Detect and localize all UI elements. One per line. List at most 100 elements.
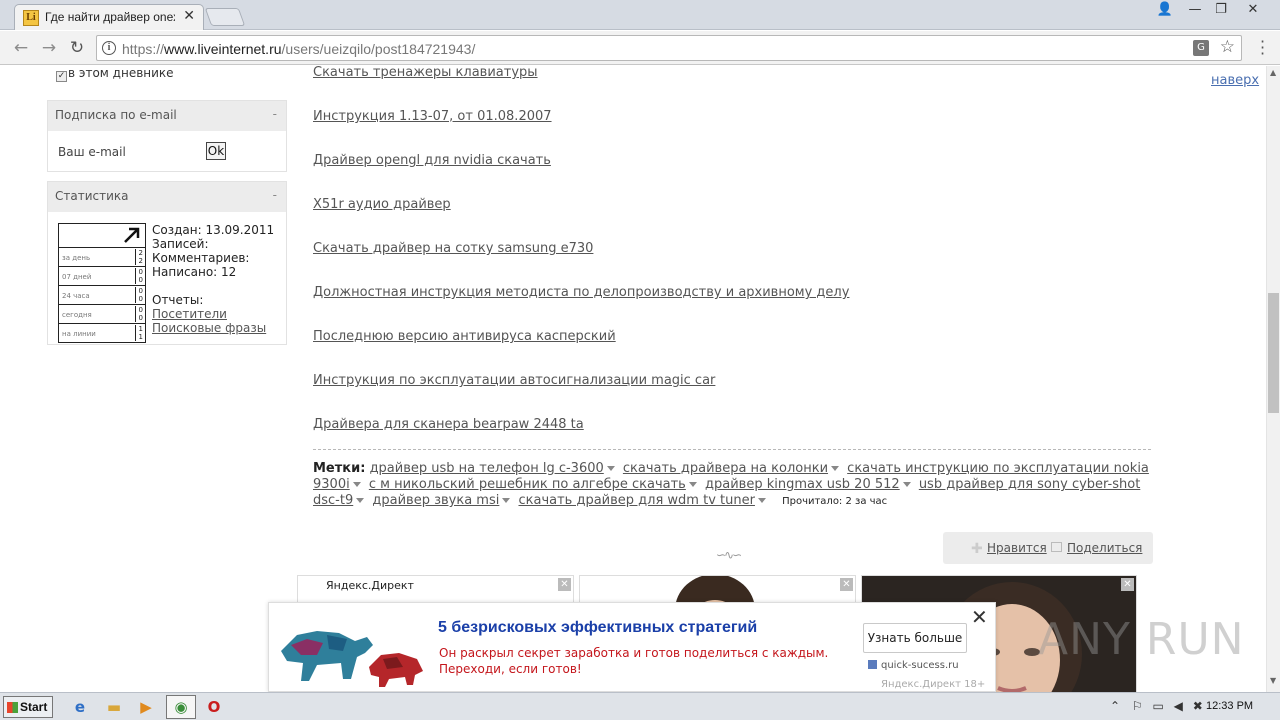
counter-row: на линии 11	[59, 323, 145, 342]
tag-dropdown-icon[interactable]	[688, 482, 697, 487]
browser-tab[interactable]: Li Где найти драйвер onext ✕	[14, 4, 204, 30]
taskbar: Start e ▬ ▶ ◉ O ⌃ ⚐ ▭ ◀ ✖ 12:33 PM	[0, 692, 1280, 720]
restore-button[interactable]: ❐	[1208, 1, 1234, 19]
ornament-divider: ∽∿∽	[716, 548, 742, 562]
page-scrollbar[interactable]: ▲ ▼	[1266, 66, 1280, 692]
ad-source-label: Яндекс.Директ 18+	[881, 679, 986, 690]
tag-dropdown-icon[interactable]	[831, 466, 840, 471]
tags-label: Метки:	[313, 461, 366, 476]
system-tray: ⌃ ⚐ ▭ ◀ ✖	[1110, 699, 1203, 713]
ad-close-icon[interactable]: ✕	[558, 578, 571, 591]
close-icon[interactable]: ✕	[971, 607, 988, 627]
popup-text: Он раскрыл секрет заработка и готов поде…	[439, 646, 829, 660]
plus-icon: ✚	[971, 541, 983, 557]
learn-more-button[interactable]: Узнать больше	[863, 623, 967, 653]
scroll-down-icon[interactable]: ▼	[1270, 676, 1276, 685]
volume-icon[interactable]: ◀	[1174, 699, 1183, 713]
tab-close-icon[interactable]: ✕	[183, 8, 195, 24]
reload-icon[interactable]: ↻	[66, 37, 88, 59]
page-viewport: ✓ в этом дневнике Подписка по e-mail - Ва…	[0, 66, 1266, 692]
content-link[interactable]: Драйвера для сканера bearpaw 2448 ta	[313, 417, 584, 432]
scroll-to-top-link[interactable]: наверх	[1211, 73, 1259, 88]
counter-row: сегодня 00	[59, 304, 145, 323]
email-label: Ваш e-mail	[58, 145, 126, 159]
content-link[interactable]: Инструкция 1.13-07, от 01.08.2007	[313, 109, 552, 124]
diary-scope-option[interactable]: ✓ в этом дневнике	[56, 66, 174, 82]
content-link[interactable]: Скачать драйвер на сотку samsung e730	[313, 241, 593, 256]
tag-dropdown-icon[interactable]	[606, 466, 615, 471]
translate-icon[interactable]: G	[1193, 40, 1209, 56]
tag-link[interactable]: драйвер звука msi	[372, 493, 499, 508]
star-icon[interactable]: ☆	[1220, 37, 1235, 57]
tag-link[interactable]: драйвер usb на телефон lg c-3600	[370, 461, 604, 476]
content-link[interactable]: Последнюю версию антивируса касперский	[313, 329, 616, 344]
window-close-button[interactable]: ✕	[1240, 1, 1266, 19]
counter-row: 07 дней 00	[59, 266, 145, 285]
new-tab-button[interactable]	[204, 8, 246, 26]
tab-title: Где найти драйвер onext	[45, 10, 175, 24]
minimize-button[interactable]: —	[1182, 1, 1208, 19]
content-link[interactable]: Должностная инструкция методиста по дело…	[313, 285, 849, 300]
popup-title[interactable]: 5 безрисковых эффективных стратегий	[438, 619, 757, 637]
media-player-icon[interactable]: ▶	[135, 697, 157, 717]
tag-link[interactable]: драйвер kingmax usb 20 512	[705, 477, 900, 492]
back-arrow-icon[interactable]: ←	[10, 37, 32, 59]
tag-link[interactable]: скачать драйвера на колонки	[623, 461, 828, 476]
records-count: Записей:	[152, 237, 209, 251]
tag-dropdown-icon[interactable]	[356, 498, 365, 503]
tag-dropdown-icon[interactable]	[502, 498, 511, 503]
chrome-icon[interactable]: ◉	[170, 697, 192, 717]
created-date: Создан: 13.09.2011	[152, 223, 275, 237]
checkbox[interactable]: ✓	[56, 71, 67, 82]
ad-close-icon[interactable]: ✕	[840, 578, 853, 591]
scroll-up-icon[interactable]: ▲	[1270, 68, 1276, 77]
address-bar[interactable]: i https://www.liveinternet.ru/users/ueiz…	[96, 35, 1242, 61]
share-bar: ✚ Нравится Поделиться	[943, 532, 1153, 564]
like-link[interactable]: Нравится	[987, 541, 1047, 555]
liveinternet-favicon-icon: Li	[23, 10, 39, 26]
tray-expand-icon[interactable]: ⌃	[1110, 699, 1120, 713]
tag-dropdown-icon[interactable]	[352, 482, 361, 487]
reports-label: Отчеты:	[152, 293, 204, 307]
scrollbar-thumb[interactable]	[1268, 293, 1279, 413]
clock[interactable]: 12:33 PM	[1206, 700, 1253, 712]
profile-icon[interactable]: 👤	[1152, 1, 1178, 19]
folder-icon[interactable]: ▬	[103, 697, 125, 717]
bull-bear-image	[281, 631, 423, 687]
collapse-toggle[interactable]: -	[273, 188, 277, 202]
share-link[interactable]: Поделиться	[1067, 541, 1142, 555]
antivirus-icon[interactable]: ✖	[1193, 699, 1203, 713]
flag-icon[interactable]: ⚐	[1132, 699, 1143, 713]
subscribe-ok-button[interactable]: Ok	[206, 142, 226, 160]
windows-logo-icon	[7, 702, 18, 713]
tag-link[interactable]: скачать драйвер для wdm tv tuner	[518, 493, 754, 508]
menu-icon[interactable]: · · ·	[1260, 34, 1266, 62]
popup-ad[interactable]: 5 безрисковых эффективных стратегий Он р…	[268, 602, 996, 692]
visitors-link[interactable]: Посетители	[152, 307, 227, 321]
domain-favicon-icon	[868, 660, 877, 669]
start-button[interactable]: Start	[3, 696, 53, 718]
subscribe-header: Подписка по e-mail -	[48, 101, 286, 131]
liveinternet-counter[interactable]: за день 22 07 дней 00 24 часа 00 сегодня…	[58, 223, 146, 343]
content-link[interactable]: Драйвер opengl для nvidia скачать	[313, 153, 551, 168]
forward-arrow-icon[interactable]: →	[38, 37, 60, 59]
post-tags: Метки: драйвер usb на телефон lg c-3600 …	[313, 461, 1155, 510]
ad-close-icon[interactable]: ✕	[1121, 578, 1134, 591]
site-info-icon[interactable]: i	[102, 41, 116, 55]
opera-icon[interactable]: O	[203, 697, 225, 717]
content-link[interactable]: Скачать тренажеры клавиатуры	[313, 66, 538, 80]
content-link[interactable]: Инструкция по эксплуатации автосигнализа…	[313, 373, 715, 388]
tag-dropdown-icon[interactable]	[757, 498, 766, 503]
url-text[interactable]: https://www.liveinternet.ru/users/ueizqi…	[122, 41, 475, 57]
collapse-toggle[interactable]: -	[273, 107, 277, 121]
content-link[interactable]: X51r аудио драйвер	[313, 197, 451, 212]
tag-link[interactable]: с м никольский решебник по алгебре скача…	[369, 477, 686, 492]
search-phrases-link[interactable]: Поисковые фразы	[152, 321, 266, 335]
internet-explorer-icon[interactable]: e	[69, 697, 91, 717]
statistics-header: Статистика -	[48, 182, 286, 212]
network-icon[interactable]: ▭	[1152, 699, 1163, 713]
comments-count: Комментариев:	[152, 251, 250, 265]
popup-domain[interactable]: quick-sucess.ru	[868, 660, 959, 671]
tab-strip: Li Где найти драйвер onext ✕ 👤 — ❐ ✕	[0, 0, 1280, 30]
tag-dropdown-icon[interactable]	[902, 482, 911, 487]
